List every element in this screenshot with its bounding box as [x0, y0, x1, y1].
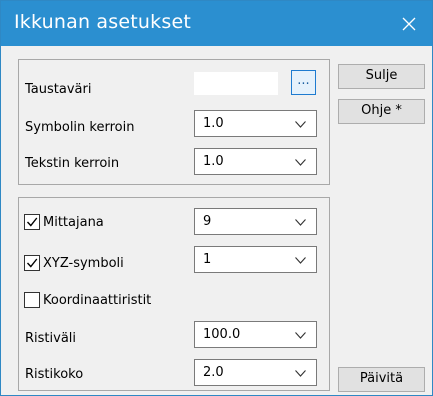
appearance-group: Taustaväri ... Symbolin kerroin 1.0 Teks… — [18, 59, 330, 185]
mittajana-select[interactable]: 9 — [194, 208, 317, 235]
cross-spacing-value: 100.0 — [203, 327, 241, 342]
xyz-symbol-label: XYZ-symboli — [43, 256, 124, 271]
help-button[interactable]: Ohje * — [338, 99, 425, 124]
checkmark-icon — [26, 258, 38, 268]
chevron-down-icon — [295, 159, 306, 166]
chevron-down-icon — [295, 257, 306, 264]
background-color-swatch — [194, 72, 278, 95]
xyz-symbol-checkbox[interactable] — [24, 255, 40, 271]
chevron-down-icon — [295, 219, 306, 226]
close-icon — [402, 17, 416, 30]
chevron-down-icon — [295, 332, 306, 339]
window-title: Ikkunan asetukset — [14, 11, 191, 33]
text-scale-label: Tekstin kerroin — [25, 156, 120, 171]
close-window-button[interactable] — [386, 1, 432, 46]
mittajana-value: 9 — [203, 214, 212, 229]
chevron-down-icon — [295, 121, 306, 128]
refresh-button[interactable]: Päivitä — [338, 367, 425, 392]
title-bar: Ikkunan asetukset — [1, 1, 432, 46]
cross-size-value: 2.0 — [203, 365, 224, 380]
coordinate-crosses-checkbox[interactable] — [24, 292, 40, 308]
text-scale-value: 1.0 — [203, 154, 224, 169]
xyz-symbol-select[interactable]: 1 — [194, 246, 317, 273]
checkmark-icon — [26, 217, 38, 227]
cross-spacing-label: Ristiväli — [25, 331, 77, 346]
chevron-down-icon — [295, 370, 306, 377]
coordinate-crosses-label: Koordinaattiristit — [43, 293, 152, 308]
symbol-scale-select[interactable]: 1.0 — [194, 110, 317, 137]
background-color-label: Taustaväri — [25, 82, 92, 97]
mittajana-label: Mittajana — [43, 215, 104, 230]
cross-size-select[interactable]: 2.0 — [194, 359, 317, 386]
xyz-symbol-value: 1 — [203, 252, 212, 267]
window-settings-dialog: Ikkunan asetukset Taustaväri ... Symboli… — [0, 0, 433, 396]
mittajana-checkbox[interactable] — [24, 214, 40, 230]
text-scale-select[interactable]: 1.0 — [194, 148, 317, 175]
cross-spacing-select[interactable]: 100.0 — [194, 321, 317, 348]
close-button[interactable]: Sulje — [338, 64, 425, 89]
symbol-scale-value: 1.0 — [203, 116, 224, 131]
symbol-scale-label: Symbolin kerroin — [25, 120, 135, 135]
background-color-browse-button[interactable]: ... — [291, 70, 316, 95]
measures-group: Mittajana 9 XYZ-symboli 1 Koordinaattiri… — [18, 197, 330, 391]
cross-size-label: Ristikoko — [25, 367, 84, 382]
